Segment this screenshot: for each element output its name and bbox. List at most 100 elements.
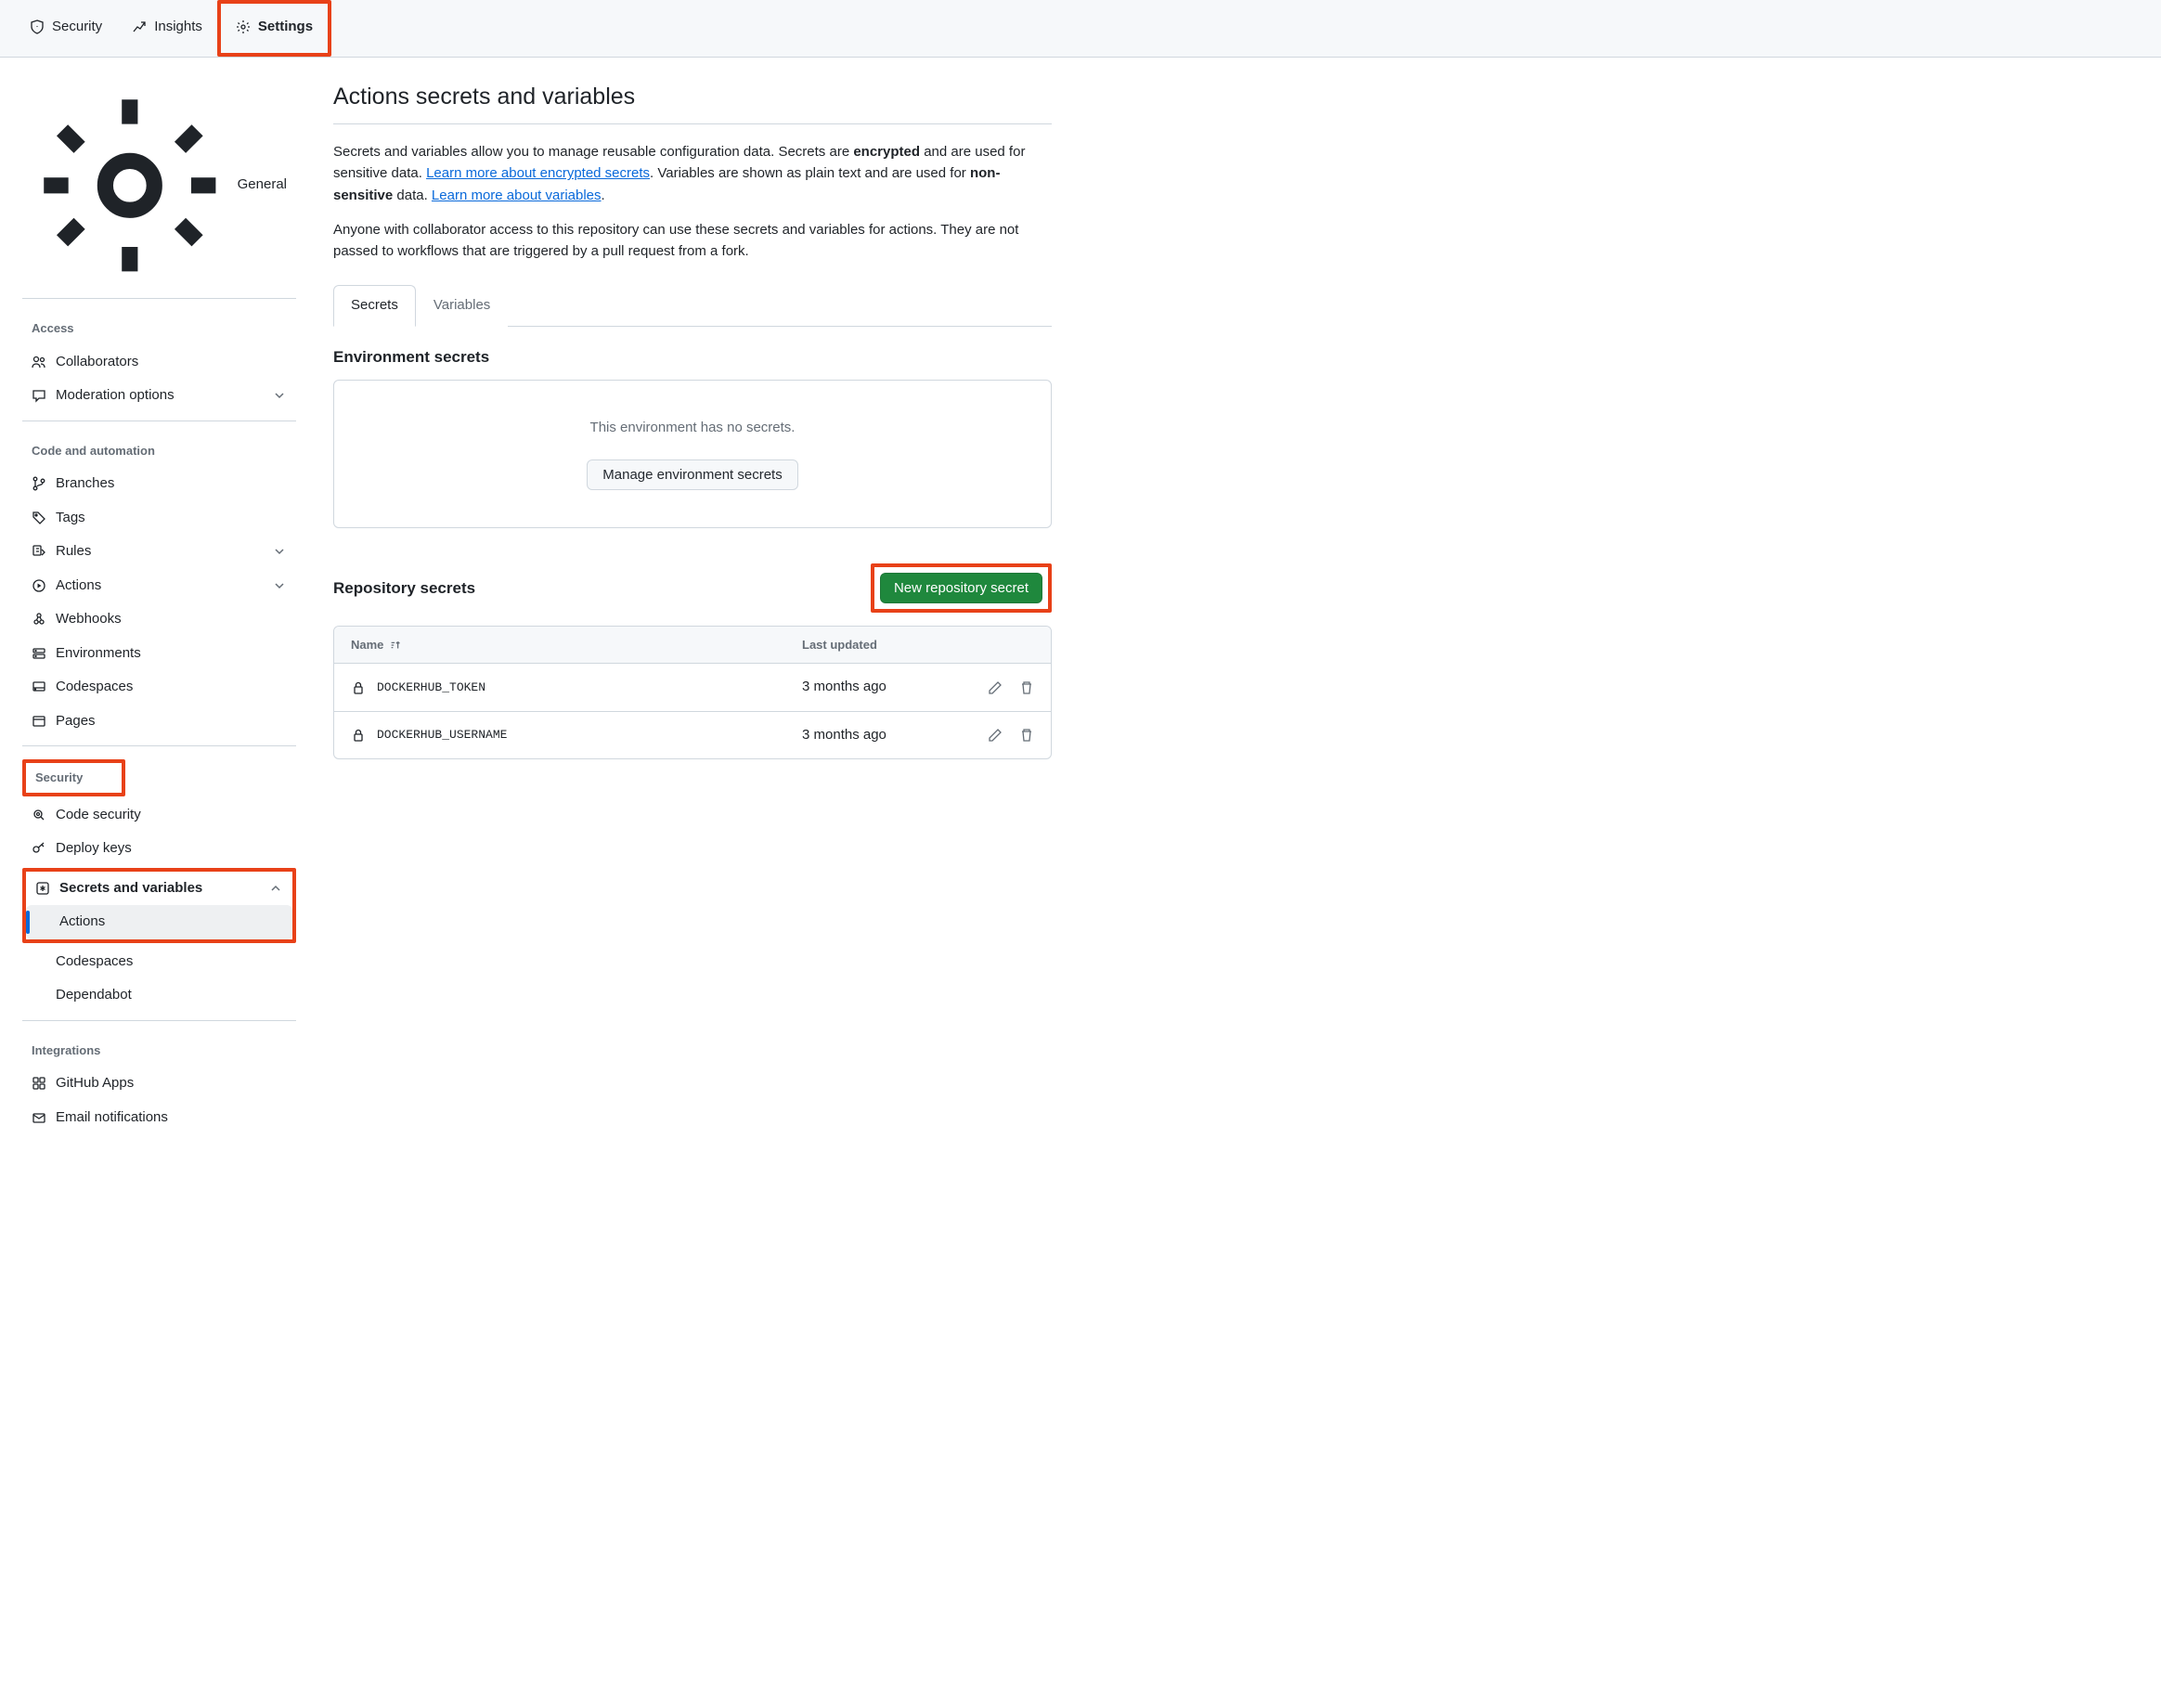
sidebar-github-apps[interactable]: GitHub Apps: [22, 1067, 296, 1101]
sidebar-secrets-variables-label: Secrets and variables: [59, 878, 202, 899]
sidebar-actions[interactable]: Actions: [22, 569, 296, 603]
gear-icon: [32, 87, 228, 284]
top-navigation: Security Insights Settings: [0, 0, 2161, 58]
trash-icon[interactable]: [1019, 680, 1034, 695]
lock-icon: [351, 680, 366, 695]
sidebar-sub-dependabot[interactable]: Dependabot: [22, 978, 296, 1013]
sidebar-collaborators-label: Collaborators: [56, 352, 138, 373]
sidebar-code-security[interactable]: Code security: [22, 798, 296, 833]
tab-variables[interactable]: Variables: [416, 285, 508, 327]
shield-icon: [30, 19, 45, 34]
link-variables[interactable]: Learn more about variables: [432, 188, 602, 203]
settings-highlight: Settings: [217, 0, 331, 57]
sidebar-secrets-variables[interactable]: Secrets and variables: [26, 872, 292, 906]
main-content: Actions secrets and variables Secrets an…: [311, 58, 1081, 1708]
asterisk-icon: [35, 881, 50, 896]
repo-secrets-title: Repository secrets: [333, 576, 475, 601]
sidebar-branches-label: Branches: [56, 473, 114, 495]
chevron-down-icon: [272, 544, 287, 559]
gear-icon: [236, 19, 251, 34]
secret-updated: 3 months ago: [802, 677, 960, 698]
pencil-icon[interactable]: [988, 680, 1003, 695]
sidebar-pages-label: Pages: [56, 711, 96, 732]
graph-icon: [132, 19, 147, 34]
pencil-icon[interactable]: [988, 728, 1003, 743]
sidebar-collaborators[interactable]: Collaborators: [22, 345, 296, 380]
codespaces-icon: [32, 679, 46, 694]
trash-icon[interactable]: [1019, 728, 1034, 743]
people-icon: [32, 355, 46, 369]
sidebar-code-security-label: Code security: [56, 805, 141, 826]
sidebar-actions-label: Actions: [56, 576, 101, 597]
settings-sidebar: General Access Collaborators Moderation …: [0, 58, 311, 1708]
secret-name: DOCKERHUB_TOKEN: [351, 679, 802, 697]
secrets-highlight: Secrets and variables Actions: [22, 868, 296, 943]
sidebar-github-apps-label: GitHub Apps: [56, 1073, 134, 1094]
chevron-down-icon: [272, 578, 287, 593]
sidebar-moderation[interactable]: Moderation options: [22, 379, 296, 413]
env-secrets-title: Environment secrets: [333, 345, 1052, 369]
webhook-icon: [32, 612, 46, 627]
sidebar-branches[interactable]: Branches: [22, 467, 296, 501]
secret-actions: [960, 680, 1034, 695]
divider: [22, 298, 296, 299]
nav-insights-label: Insights: [154, 17, 202, 38]
chevron-up-icon: [268, 881, 283, 896]
sidebar-access-header: Access: [22, 312, 296, 345]
nav-insights[interactable]: Insights: [117, 0, 217, 57]
lock-icon: [351, 728, 366, 743]
sidebar-moderation-label: Moderation options: [56, 385, 175, 407]
sidebar-rules[interactable]: Rules: [22, 535, 296, 569]
secret-updated: 3 months ago: [802, 725, 960, 746]
divider: [22, 1020, 296, 1021]
sidebar-sub-codespaces-label: Codespaces: [56, 953, 133, 969]
page-title: Actions secrets and variables: [333, 80, 1052, 125]
sidebar-deploy-keys[interactable]: Deploy keys: [22, 832, 296, 866]
sidebar-codespaces-label: Codespaces: [56, 677, 133, 698]
shield-search-icon: [32, 808, 46, 822]
sidebar-sub-codespaces[interactable]: Codespaces: [22, 945, 296, 979]
env-empty-text: This environment has no secrets.: [353, 418, 1032, 439]
col-updated-header: Last updated: [802, 636, 960, 654]
nav-settings-label: Settings: [258, 17, 313, 38]
chevron-down-icon: [272, 388, 287, 403]
table-row: DOCKERHUB_USERNAME 3 months ago: [334, 712, 1051, 759]
branch-icon: [32, 476, 46, 491]
sidebar-pages[interactable]: Pages: [22, 705, 296, 739]
sidebar-environments-label: Environments: [56, 643, 141, 665]
tag-icon: [32, 511, 46, 525]
sidebar-email-notifications[interactable]: Email notifications: [22, 1101, 296, 1135]
sidebar-general[interactable]: General: [22, 80, 296, 291]
secret-actions: [960, 728, 1034, 743]
sidebar-rules-label: Rules: [56, 541, 91, 563]
security-header-highlight: Security: [22, 759, 125, 796]
server-icon: [32, 646, 46, 661]
secrets-table: Name Last updated DOCKERHUB_TOKEN 3 mont…: [333, 626, 1052, 760]
new-repository-secret-button[interactable]: New repository secret: [880, 573, 1042, 603]
table-header: Name Last updated: [334, 627, 1051, 665]
sidebar-environments[interactable]: Environments: [22, 637, 296, 671]
description-1: Secrets and variables allow you to manag…: [333, 141, 1052, 206]
col-name-header[interactable]: Name: [351, 636, 802, 654]
sidebar-codespaces[interactable]: Codespaces: [22, 670, 296, 705]
manage-env-secrets-button[interactable]: Manage environment secrets: [587, 459, 797, 490]
sidebar-security-header: Security: [26, 763, 122, 793]
sidebar-sub-actions[interactable]: Actions: [26, 905, 292, 939]
description-2: Anyone with collaborator access to this …: [333, 219, 1052, 263]
sidebar-deploy-keys-label: Deploy keys: [56, 838, 132, 860]
sidebar-webhooks[interactable]: Webhooks: [22, 602, 296, 637]
nav-settings[interactable]: Settings: [221, 4, 328, 53]
link-encrypted-secrets[interactable]: Learn more about encrypted secrets: [426, 165, 650, 181]
key-icon: [32, 841, 46, 856]
sidebar-webhooks-label: Webhooks: [56, 609, 122, 630]
nav-security[interactable]: Security: [15, 0, 117, 57]
sidebar-general-label: General: [238, 175, 287, 196]
sidebar-tags[interactable]: Tags: [22, 501, 296, 536]
sidebar-sub-actions-label: Actions: [59, 913, 105, 929]
rules-icon: [32, 544, 46, 559]
sidebar-code-header: Code and automation: [22, 434, 296, 468]
secret-name: DOCKERHUB_USERNAME: [351, 726, 802, 744]
tab-secrets[interactable]: Secrets: [333, 285, 416, 327]
sidebar-integrations-header: Integrations: [22, 1034, 296, 1068]
comment-icon: [32, 388, 46, 403]
